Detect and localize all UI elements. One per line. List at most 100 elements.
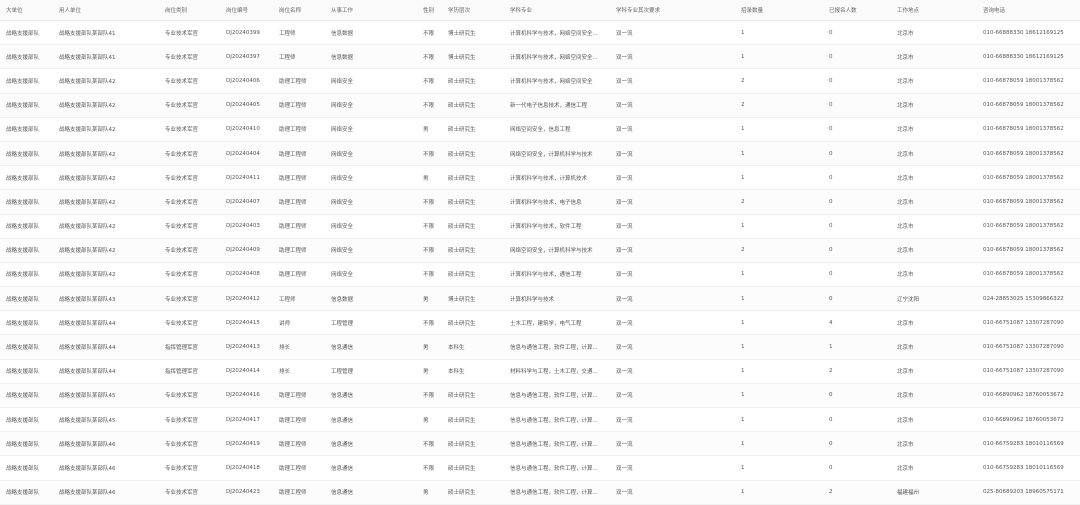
table-row[interactable]: 战略支援部队 战略支援部队某部队42 专业技术军官 DJ20240407 助理工程师 网络… [0,189,1080,215]
table-cell: 信息与通信工程，软件工程，计算... [504,383,610,409]
table-row[interactable]: 战略支援部队 战略支援部队某部队44 指挥管理军官 DJ20240414 排长 工程管理男… [0,359,1080,384]
column-header[interactable]: 工作地点 [891,0,977,21]
table-cell: 硕士研究生 [442,383,504,409]
table-cell: 战略支援部队某部队46 [53,455,159,481]
column-header[interactable]: 性别 [417,0,442,21]
table-cell: 1 [735,214,823,239]
table-row[interactable]: 战略支援部队 战略支援部队某部队46 专业技术军官 DJ20240418 助理工程师 信息… [0,455,1080,481]
table-cell: 战略支援部队某部队44 [53,334,159,360]
table-row[interactable]: 战略支援部队 战略支援部队某部队42 专业技术军官 DJ20240406 助理工程师 网络… [0,68,1080,94]
table-cell: 双一流 [610,117,735,142]
table-cell: 硕士研究生 [442,117,504,142]
column-header[interactable]: 已报名人数 [823,0,891,21]
table-cell: 1 [735,383,823,409]
table-cell: 战略支援部队某部队42 [53,238,159,263]
table-cell: 计算机科学与技术，通信工程 [504,262,610,288]
column-header[interactable]: 岗位类别 [159,0,220,21]
table-cell: 双一流 [610,44,735,70]
table-cell: 010-66751087 13307287090 [977,359,1080,384]
table-cell: 北京市 [891,165,977,191]
table-row[interactable]: 战略支援部队 战略支援部队某部队44 指挥管理军官 DJ20240413 排长 信息通信男… [0,334,1080,360]
table-cell: 网络安全 [325,165,417,191]
table-cell: 双一流 [610,262,735,288]
table-row[interactable]: 战略支援部队 战略支援部队某部队41 专业技术军官 DJ20240399 工程师 信息数据… [0,20,1080,46]
table-cell: 硕士研究生 [442,189,504,215]
table-cell: 北京市 [891,93,977,118]
table-cell: 战略支援部队某部队46 [53,431,159,457]
table-cell: 本科生 [442,359,504,384]
column-header[interactable]: 招录数量 [735,0,823,21]
table-cell: 网络安全 [325,141,417,167]
table-row[interactable]: 战略支援部队 战略支援部队某部队42 专业技术军官 DJ20240403 助理工程师 网络… [0,214,1080,239]
table-cell: 硕士研究生 [442,310,504,336]
table-cell: 硕士研究生 [442,455,504,481]
table-row[interactable]: 战略支援部队 战略支援部队某部队42 专业技术军官 DJ20240411 助理工程师 网络… [0,165,1080,191]
table-cell: 工程管理 [325,310,417,336]
table-cell: 战略支援部队某部队42 [53,165,159,191]
table-cell: 助理工程师 [273,68,325,94]
column-header[interactable]: 学科专业其次要求 [610,0,735,21]
table-cell: 北京市 [891,262,977,288]
table-cell: 1 [735,359,823,384]
table-cell: 010-66751087 13307287090 [977,310,1080,336]
table-cell: 2 [735,93,823,118]
table-row[interactable]: 战略支援部队 战略支援部队某部队43 专业技术军官 DJ20240412 工程师 信息数据… [0,286,1080,312]
column-header[interactable]: 从事工作 [325,0,417,21]
table-cell: 硕士研究生 [442,431,504,457]
table-cell: 计算机科学与技术，电子信息 [504,189,610,215]
table-header-row: 大单位 用人单位 岗位类别 岗位编号 岗位名称 从事工作 性别 学历层次 学科专业 学科专业其次要… [0,0,1080,21]
table-cell: 助理工程师 [273,189,325,215]
table-cell: 不限 [417,189,442,215]
table-cell: 0 [823,407,891,433]
table-cell: 战略支援部队某部队46 [53,480,159,505]
table-cell: 助理工程师 [273,165,325,191]
column-header[interactable]: 用人单位 [53,0,159,21]
table-cell: 材料科学与工程，土木工程，交通... [504,359,610,384]
column-header[interactable]: 学历层次 [442,0,504,21]
table-cell: 战略支援部队某部队42 [53,262,159,288]
column-header[interactable]: 大单位 [0,0,53,21]
table-cell: 0 [823,214,891,239]
table-row[interactable]: 战略支援部队 战略支援部队某部队45 专业技术军官 DJ20240417 助理工程师 信息… [0,407,1080,433]
table-cell: 男 [417,117,442,142]
table-row[interactable]: 战略支援部队 战略支援部队某部队44 专业技术军官 DJ20240415 讲师 工程管理不… [0,310,1080,336]
table-cell: 2 [823,359,891,384]
table-row[interactable]: 战略支援部队 战略支援部队某部队46 专业技术军官 DJ20240419 助理工程师 信息… [0,431,1080,457]
table-cell: 男 [417,480,442,505]
table-cell: 战略支援部队某部队42 [53,93,159,118]
table-row[interactable]: 战略支援部队 战略支援部队某部队42 专业技术军官 DJ20240404 助理工程师 网络… [0,141,1080,167]
table-row[interactable]: 战略支援部队 战略支援部队某部队41 专业技术军官 DJ20240397 工程师 信息数据… [0,44,1080,70]
table-cell: 战略支援部队某部队45 [53,383,159,409]
table-row[interactable]: 战略支援部队 战略支援部队某部队45 专业技术军官 DJ20240416 助理工程师 信息… [0,383,1080,409]
table-row[interactable]: 战略支援部队 战略支援部队某部队42 专业技术军官 DJ20240405 助理工程师 网络… [0,93,1080,118]
column-header[interactable]: 学科专业 [504,0,610,21]
table-cell: 双一流 [610,286,735,312]
table-cell: 战略支援部队某部队45 [53,407,159,433]
column-header[interactable]: 岗位名称 [273,0,325,21]
table-row[interactable]: 战略支援部队 战略支援部队某部队42 专业技术军官 DJ20240409 助理工程师 网络… [0,238,1080,263]
table-cell: 不限 [417,93,442,118]
positions-table: 大单位 用人单位 岗位类别 岗位编号 岗位名称 从事工作 性别 学历层次 学科专业 学科专业其次要… [0,0,1080,505]
table-cell: 战略支援部队某部队42 [53,117,159,142]
table-cell: 硕士研究生 [442,262,504,288]
table-cell: 网络空间安全，计算机科学与技术 [504,238,610,263]
table-cell: 讲师 [273,310,325,336]
table-cell: 1 [735,431,823,457]
table-row[interactable]: 战略支援部队 战略支援部队某部队42 专业技术军官 DJ20240410 助理工程师 网络… [0,117,1080,142]
table-row[interactable]: 战略支援部队 战略支援部队某部队46 专业技术军官 DJ20240423 助理工程师 信息… [0,480,1080,505]
column-header[interactable]: 咨询电话 [977,0,1080,21]
table-cell: DJ20240415 [220,310,273,336]
table-cell: 双一流 [610,238,735,263]
table-cell: 硕士研究生 [442,480,504,505]
table-cell: 不限 [417,431,442,457]
table-cell: 专业技术军官 [159,141,220,167]
table-cell: 北京市 [891,68,977,94]
table-cell: DJ20240414 [220,359,273,384]
column-header[interactable]: 岗位编号 [220,0,273,21]
table-cell: DJ20240423 [220,480,273,505]
table-cell: 010-66890962 18760053672 [977,407,1080,433]
table-cell: 010-66888330 18612169125 [977,44,1080,70]
table-cell: 双一流 [610,407,735,433]
table-cell: 战略支援部队 [0,286,53,312]
table-row[interactable]: 战略支援部队 战略支援部队某部队42 专业技术军官 DJ20240408 助理工程师 网络… [0,262,1080,288]
